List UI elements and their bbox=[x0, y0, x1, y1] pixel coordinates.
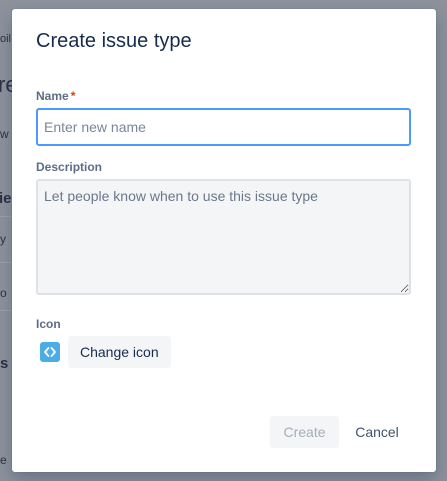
description-label: Description bbox=[36, 160, 103, 174]
description-textarea[interactable] bbox=[36, 179, 411, 295]
name-label: Name * bbox=[36, 89, 75, 103]
background-text-fragment: s bbox=[0, 355, 9, 372]
cancel-button[interactable]: Cancel bbox=[345, 416, 409, 448]
background-divider bbox=[0, 216, 12, 217]
code-icon-glyph bbox=[44, 347, 56, 357]
background-divider bbox=[0, 310, 12, 311]
background-divider bbox=[0, 262, 12, 263]
background-text-fragment: oil bbox=[0, 33, 12, 45]
background-text-fragment: o bbox=[0, 286, 7, 300]
required-marker: * bbox=[70, 89, 76, 103]
code-icon bbox=[40, 342, 60, 362]
background-text-fragment: e bbox=[0, 453, 7, 467]
icon-label: Icon bbox=[36, 317, 61, 331]
name-input[interactable] bbox=[36, 108, 411, 146]
background-text-fragment: re bbox=[0, 72, 12, 97]
create-button[interactable]: Create bbox=[270, 416, 339, 448]
dialog-title: Create issue type bbox=[36, 30, 192, 52]
name-label-text: Name bbox=[36, 89, 69, 103]
background-text-fragment: ie bbox=[0, 190, 12, 207]
change-icon-button[interactable]: Change icon bbox=[68, 336, 171, 368]
background-text-fragment: w bbox=[0, 127, 9, 141]
background-text-fragment: y bbox=[0, 232, 6, 246]
create-issue-type-dialog: Create issue type Name* Description Icon… bbox=[12, 9, 436, 472]
